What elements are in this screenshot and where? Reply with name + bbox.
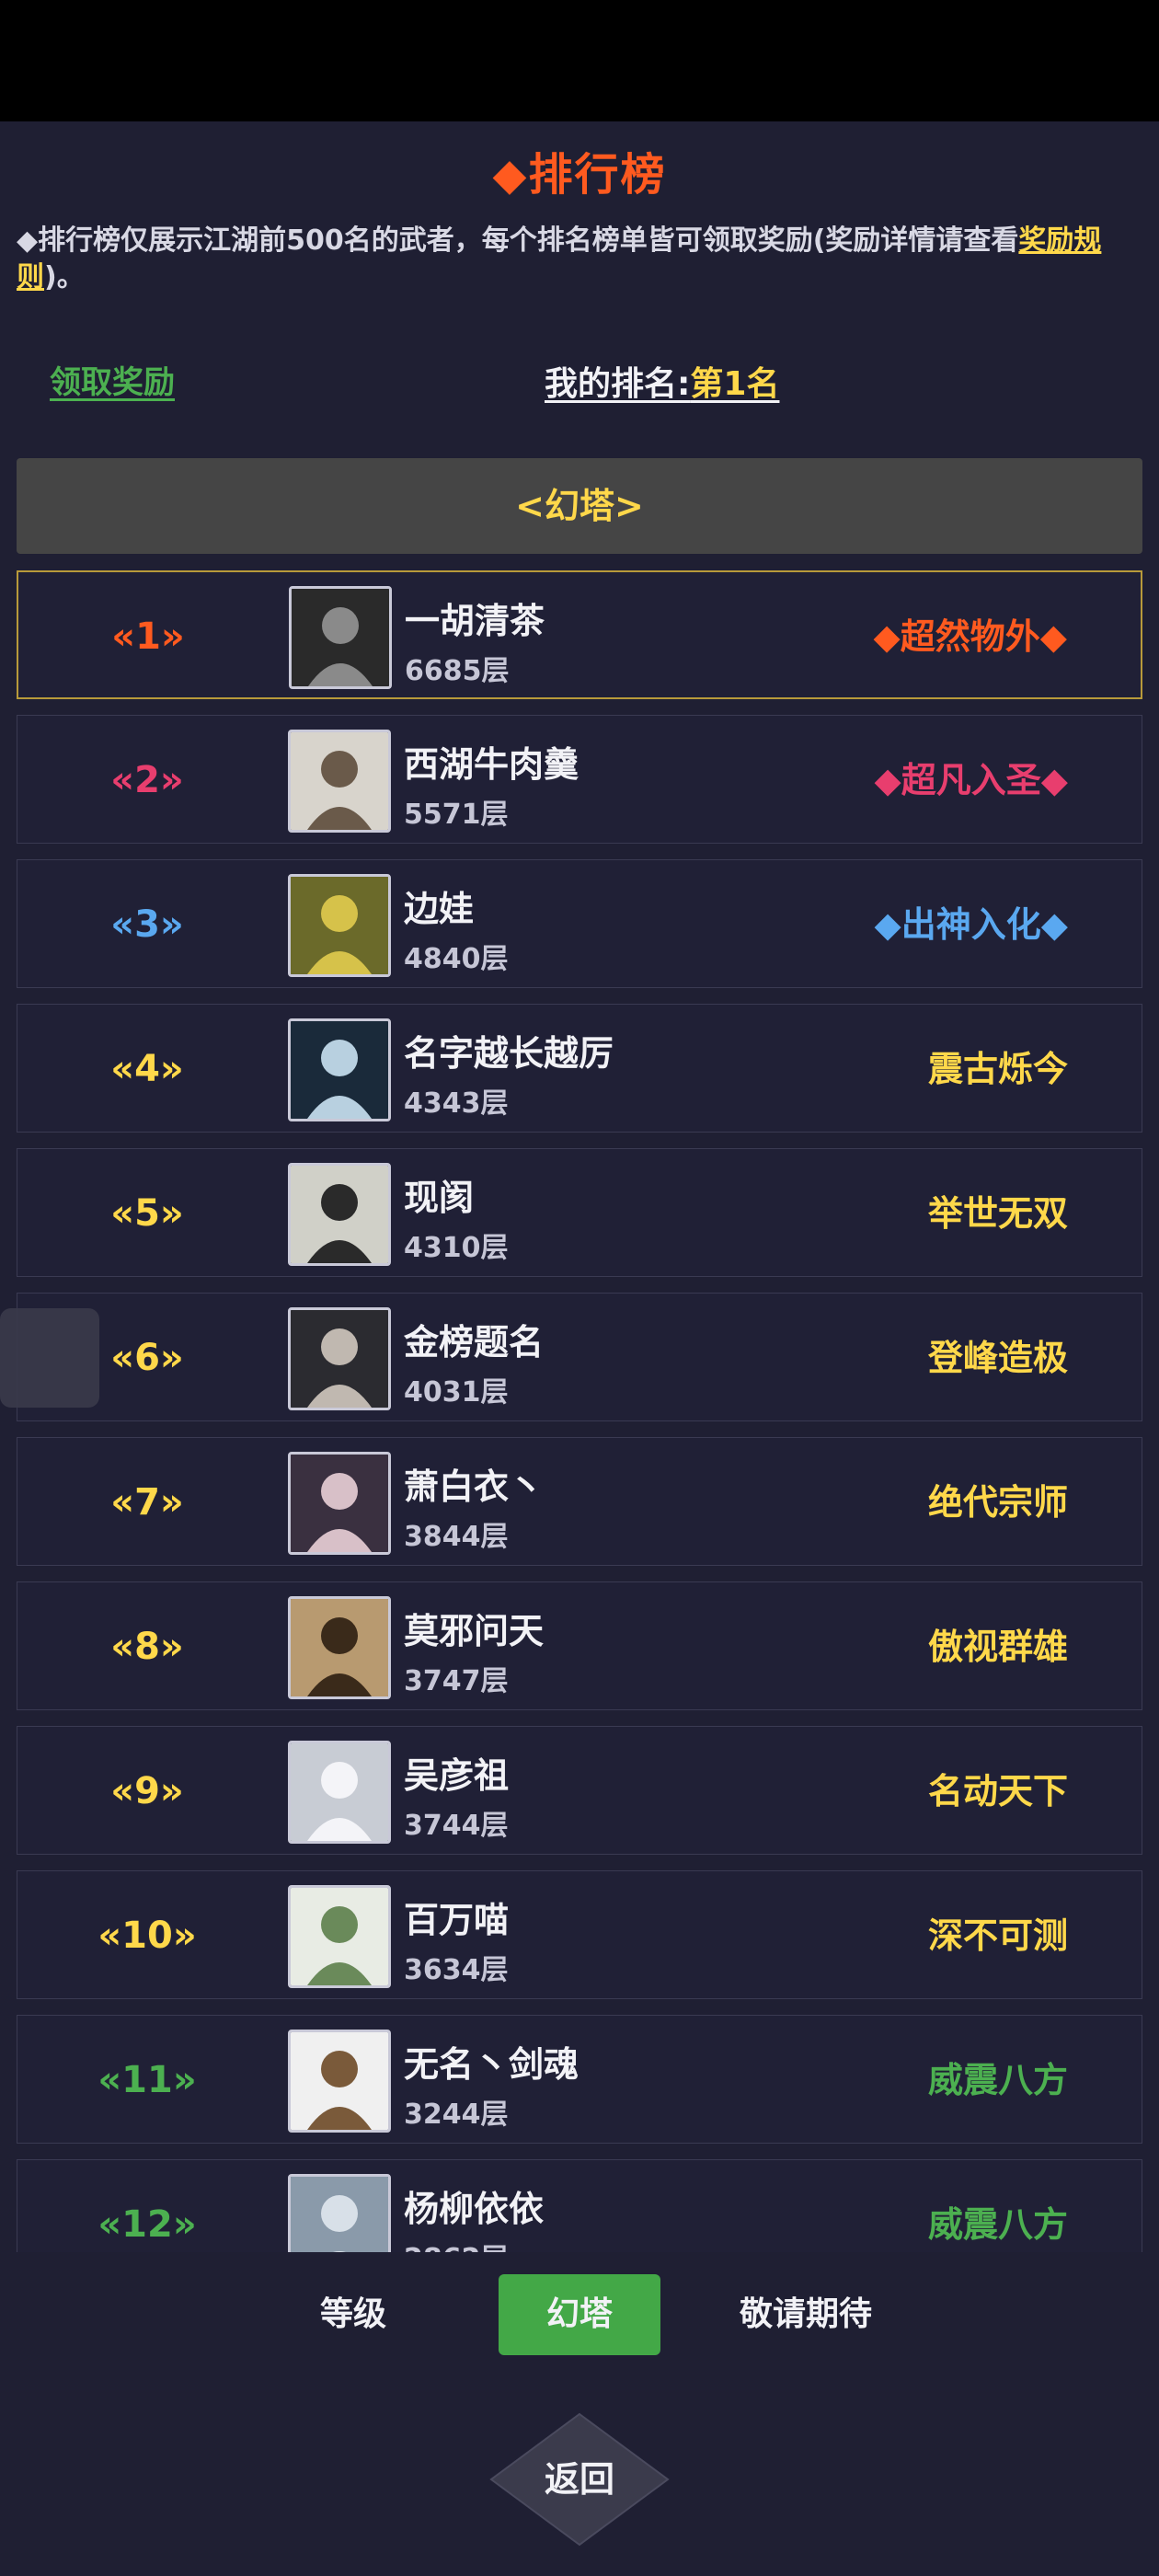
player-floor: 3747层	[404, 1665, 509, 1697]
ranking-row[interactable]: «2» 西湖牛肉羹 5571层 ◆超凡入圣◆	[17, 715, 1142, 844]
rank-title-badge: ◆超然物外◆	[873, 616, 1067, 657]
ranking-row[interactable]: «1» 一胡清茶 6685层 ◆超然物外◆	[17, 570, 1142, 699]
player-avatar[interactable]	[288, 1452, 391, 1555]
player-floor: 3844层	[404, 1521, 509, 1553]
player-name: 吴彦祖	[404, 1755, 510, 1796]
rank-number: «5»	[110, 1192, 184, 1235]
back-button[interactable]: 返回	[488, 2410, 671, 2548]
rank-number: «7»	[110, 1481, 184, 1524]
rank-title-badge: ◆出神入化◆	[874, 904, 1068, 945]
player-name: 萧白衣丶	[404, 1466, 545, 1507]
player-name: 西湖牛肉羹	[404, 744, 580, 785]
player-name: 一胡清茶	[405, 601, 545, 641]
player-floor: 4840层	[404, 943, 509, 975]
player-floor: 6685层	[405, 655, 510, 687]
ranking-row[interactable]: «11» 无名丶剑魂 3244层 威震八方	[17, 2015, 1142, 2144]
tab-tower[interactable]: 幻塔	[499, 2274, 660, 2355]
player-avatar[interactable]	[288, 1163, 391, 1266]
player-avatar[interactable]	[288, 1885, 391, 1988]
ranking-row[interactable]: «9» 吴彦祖 3744层 名动天下	[17, 1726, 1142, 1855]
notice-tail: )。	[44, 261, 85, 293]
ranking-row[interactable]: «5» 现阂 4310层 举世无双	[17, 1148, 1142, 1277]
rank-title-badge: 威震八方	[927, 2060, 1068, 2100]
player-name: 金榜题名	[404, 1322, 545, 1363]
player-avatar[interactable]	[288, 874, 391, 977]
rank-number: «10»	[98, 1915, 197, 1957]
rank-number: «2»	[110, 759, 184, 801]
ranking-row[interactable]: «3» 边娃 4840层 ◆出神入化◆	[17, 859, 1142, 988]
rank-title-badge: 深不可测	[927, 1915, 1068, 1956]
player-avatar[interactable]	[288, 2174, 391, 2252]
rank-title-badge: 绝代宗师	[927, 1482, 1068, 1523]
rank-title-badge: 名动天下	[927, 1771, 1068, 1811]
rank-number: «11»	[98, 2059, 197, 2101]
tab-level[interactable]: 等级	[293, 2274, 414, 2355]
player-floor: 3744层	[404, 1810, 509, 1842]
player-floor: 3634层	[404, 1954, 509, 1986]
ranking-row[interactable]: «12» 杨柳依依 2862层 威震八方	[17, 2159, 1142, 2252]
player-name: 边娃	[404, 889, 475, 929]
player-avatar[interactable]	[288, 1741, 391, 1844]
notice-body: ◆排行榜仅展示江湖前500名的武者，每个排名榜单皆可领取奖励(奖励详情请查看	[17, 224, 1019, 257]
ranking-row[interactable]: «10» 百万喵 3634层 深不可测	[17, 1870, 1142, 1999]
ranking-row[interactable]: «4» 名字越长越厉 4343层 震古烁今	[17, 1004, 1142, 1133]
player-floor: 4310层	[404, 1232, 509, 1264]
rank-number: «9»	[110, 1770, 184, 1812]
ranking-list[interactable]: «1» 一胡清茶 6685层 ◆超然物外◆ «2» 西湖牛肉羹 5571层 ◆超凡入圣◆ «3»…	[17, 570, 1142, 2252]
status-bar	[0, 0, 1159, 121]
my-rank: 我的排名:第1名	[545, 357, 779, 405]
player-avatar[interactable]	[288, 1018, 391, 1121]
player-floor: 4343层	[404, 1087, 509, 1120]
rank-title-badge: 震古烁今	[927, 1049, 1068, 1089]
tab-coming-soon[interactable]: 敬请期待	[716, 2274, 896, 2355]
ranking-row[interactable]: «7» 萧白衣丶 3844层 绝代宗师	[17, 1437, 1142, 1566]
rank-number: «4»	[110, 1048, 184, 1090]
player-floor: 3244层	[404, 2099, 509, 2131]
my-rank-value: 第1名	[690, 365, 780, 403]
player-name: 莫邪问天	[404, 1611, 545, 1651]
player-avatar[interactable]	[289, 586, 392, 689]
player-floor: 2862层	[404, 2236, 509, 2252]
player-name: 杨柳依依	[404, 2189, 545, 2229]
ranking-row[interactable]: «6» 金榜题名 4031层 登峰造极	[17, 1293, 1142, 1421]
player-floor: 5571层	[404, 799, 509, 831]
player-avatar[interactable]	[288, 1307, 391, 1410]
ranking-tabs: 等级 幻塔 敬请期待	[0, 2274, 1159, 2359]
floating-menu-button[interactable]	[0, 1308, 99, 1408]
player-name: 无名丶剑魂	[404, 2044, 580, 2085]
rank-number: «8»	[110, 1626, 184, 1668]
section-header: <幻塔>	[17, 458, 1142, 554]
rank-title-badge: 举世无双	[927, 1193, 1068, 1234]
notice-text: ◆排行榜仅展示江湖前500名的武者，每个排名榜单皆可领取奖励(奖励详情请查看奖励…	[17, 223, 1139, 296]
rank-number: «3»	[110, 903, 184, 946]
player-name: 名字越长越厉	[404, 1033, 614, 1074]
back-label: 返回	[544, 2459, 614, 2500]
player-name: 百万喵	[404, 1900, 510, 1940]
my-rank-label: 我的排名:	[545, 365, 691, 403]
player-name: 现阂	[404, 1178, 475, 1218]
player-avatar[interactable]	[288, 730, 391, 833]
player-floor: 4031层	[404, 1376, 509, 1409]
claim-reward-button[interactable]: 领取奖励	[50, 357, 175, 402]
rank-title-badge: 登峰造极	[927, 1338, 1068, 1378]
player-avatar[interactable]	[288, 1596, 391, 1699]
rank-title-badge: 威震八方	[927, 2204, 1068, 2245]
player-avatar[interactable]	[288, 2030, 391, 2133]
ranking-row[interactable]: «8» 莫邪问天 3747层 傲视群雄	[17, 1581, 1142, 1710]
rank-title-badge: ◆超凡入圣◆	[874, 760, 1068, 800]
rank-number: «12»	[98, 2203, 197, 2246]
rank-title-badge: 傲视群雄	[927, 1627, 1068, 1667]
rank-number: «1»	[111, 615, 185, 658]
page-title: ◆排行榜	[492, 149, 667, 201]
